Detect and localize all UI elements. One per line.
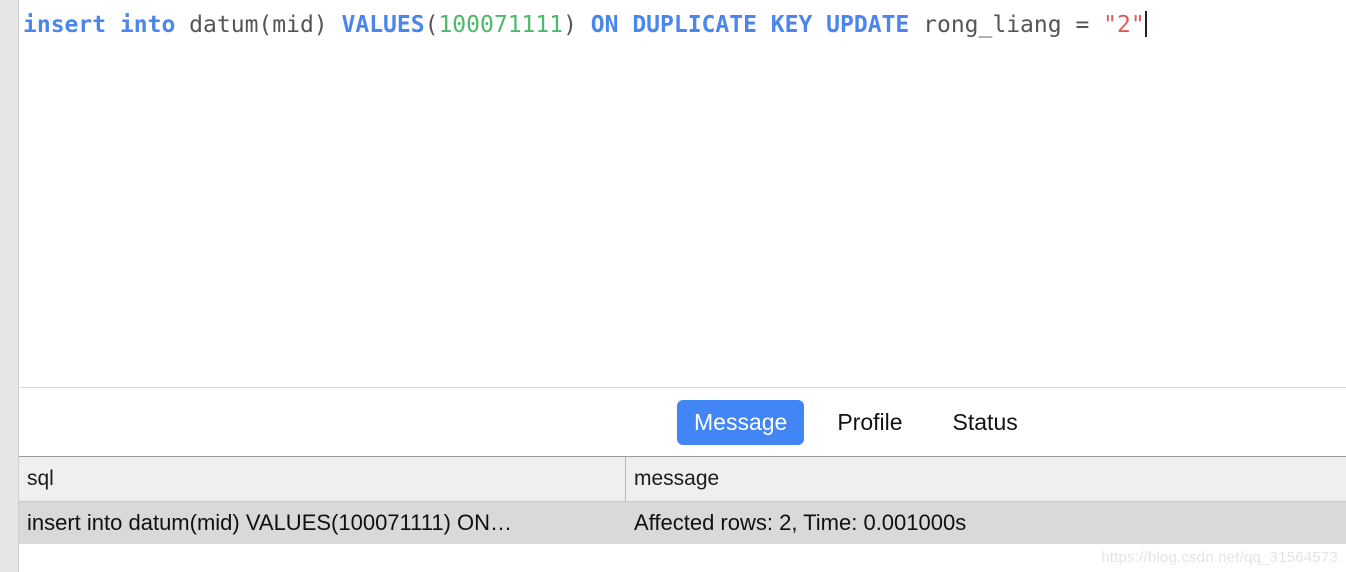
sql-string-literal: "2" xyxy=(1103,12,1145,38)
sql-close-paren: ) xyxy=(563,12,591,38)
sql-keyword-on-duplicate-key-update: ON DUPLICATE KEY UPDATE xyxy=(590,12,910,38)
results-tabstrip: Message Profile Status xyxy=(19,388,1346,457)
sql-table-reference: datum(mid) xyxy=(175,12,342,38)
table-row[interactable]: insert into datum(mid) VALUES(100071111)… xyxy=(19,502,1346,544)
results-empty-area xyxy=(19,544,1346,572)
tab-profile[interactable]: Profile xyxy=(820,400,919,445)
sql-number-literal: 100071111 xyxy=(438,12,564,38)
sql-open-paren: ( xyxy=(424,12,439,38)
main-panel: insert into datum(mid) VALUES(100071111)… xyxy=(19,0,1346,572)
left-gutter xyxy=(0,0,19,572)
results-table: sql message insert into datum(mid) VALUE… xyxy=(19,457,1346,572)
sql-keyword-values: VALUES xyxy=(341,12,425,38)
text-cursor xyxy=(1144,11,1147,37)
sql-keyword-insert-into: insert into xyxy=(23,12,176,38)
sql-editor[interactable]: insert into datum(mid) VALUES(100071111)… xyxy=(19,0,1346,388)
cell-sql[interactable]: insert into datum(mid) VALUES(100071111)… xyxy=(19,502,626,544)
table-header-row: sql message xyxy=(19,457,1346,502)
sql-column-assignment: rong_liang = xyxy=(909,12,1104,38)
tab-message[interactable]: Message xyxy=(677,399,805,445)
tab-status[interactable]: Status xyxy=(936,400,1035,445)
column-header-sql[interactable]: sql xyxy=(19,457,626,501)
sql-query-line[interactable]: insert into datum(mid) VALUES(100071111)… xyxy=(19,0,1346,40)
sql-client-window: insert into datum(mid) VALUES(100071111)… xyxy=(0,0,1346,572)
column-header-message[interactable]: message xyxy=(626,457,1346,501)
cell-message[interactable]: Affected rows: 2, Time: 0.001000s xyxy=(626,502,1346,544)
